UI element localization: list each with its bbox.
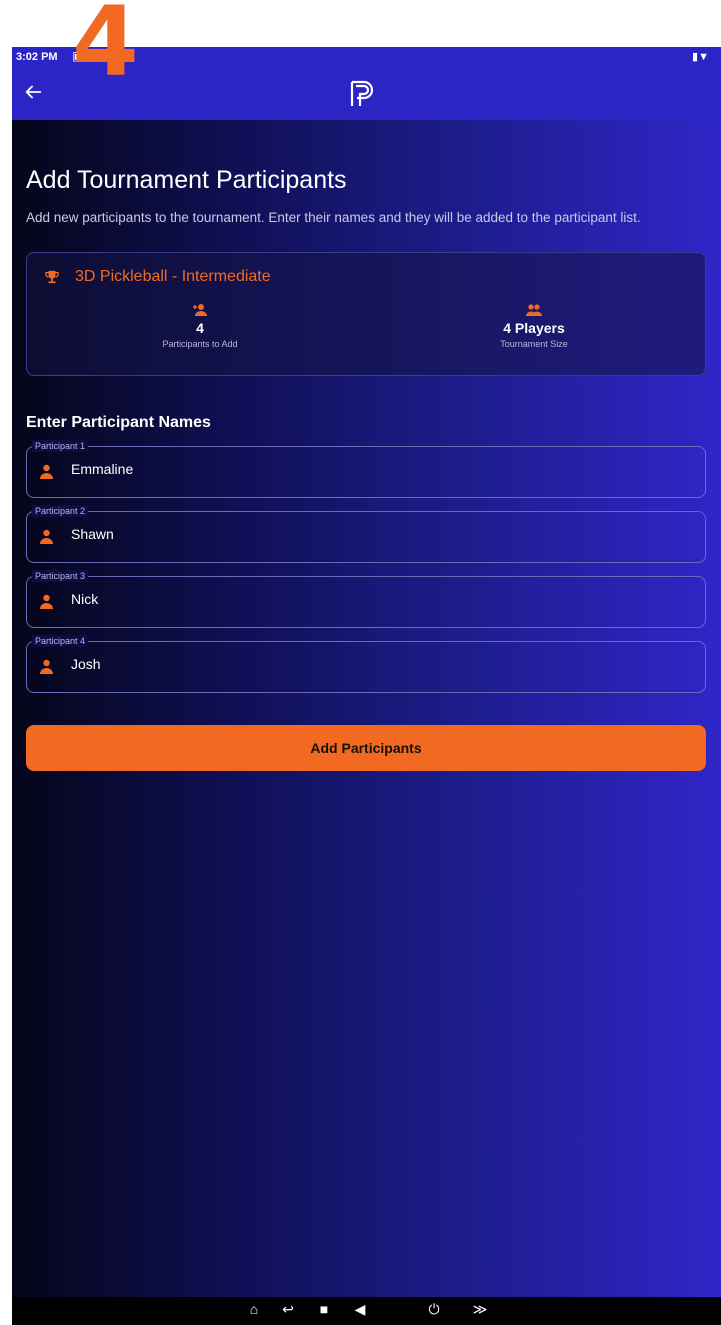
main-content: Add Tournament Participants Add new part… xyxy=(26,120,706,771)
power-icon[interactable]: ⏻ xyxy=(422,1301,446,1321)
stat-tournament-size: 4 Players Tournament Size xyxy=(419,303,649,349)
battery-wifi-icons: ▮▼ xyxy=(692,51,709,63)
participant-3-field[interactable]: Participant 3 xyxy=(26,570,706,628)
field-label: Participant 1 xyxy=(32,440,89,452)
status-time: 3:02 PM xyxy=(16,51,58,63)
person-icon xyxy=(40,464,53,479)
person-add-icon xyxy=(193,304,207,316)
participant-4-input[interactable] xyxy=(71,656,671,672)
back-nav-icon[interactable]: ↩ xyxy=(276,1301,300,1321)
step-number-overlay: 4 xyxy=(72,0,139,98)
app-logo xyxy=(350,80,374,106)
group-icon xyxy=(526,304,542,316)
participant-3-input[interactable] xyxy=(71,591,671,607)
volume-icon[interactable]: ◀ xyxy=(348,1301,372,1321)
participant-2-input[interactable] xyxy=(71,526,671,542)
participant-2-field[interactable]: Participant 2 xyxy=(26,505,706,563)
tournament-summary-card: 3D Pickleball - Intermediate 4 Participa… xyxy=(26,252,706,376)
expand-chevron-icon[interactable]: ≫ xyxy=(468,1301,492,1321)
field-label: Participant 2 xyxy=(32,505,89,517)
participant-1-input[interactable] xyxy=(71,461,671,477)
participant-4-field[interactable]: Participant 4 xyxy=(26,635,706,693)
field-label: Participant 4 xyxy=(32,635,89,647)
person-icon xyxy=(40,659,53,674)
recents-icon[interactable]: ■ xyxy=(312,1301,336,1321)
person-icon xyxy=(40,594,53,609)
stat-participants-to-add: 4 Participants to Add xyxy=(85,303,315,349)
arrow-left-icon[interactable] xyxy=(22,81,44,103)
stat-value: 4 Players xyxy=(503,320,565,336)
stat-label: Participants to Add xyxy=(162,339,238,349)
person-icon xyxy=(40,529,53,544)
trophy-icon xyxy=(45,270,59,284)
add-participants-button[interactable]: Add Participants xyxy=(26,725,706,771)
participant-1-field[interactable]: Participant 1 xyxy=(26,440,706,498)
system-nav-bar: ⌂ ↩ ■ ◀ ⏻ ≫ xyxy=(12,1297,721,1325)
section-title: Enter Participant Names xyxy=(26,414,211,431)
tournament-name: 3D Pickleball - Intermediate xyxy=(75,268,271,285)
stat-value: 4 xyxy=(196,320,204,336)
page-description: Add new participants to the tournament. … xyxy=(26,210,641,225)
device-screen: 3:02 PM ▣ ⊕ ▮▼ Add Tournament Participan… xyxy=(12,47,721,1325)
field-label: Participant 3 xyxy=(32,570,89,582)
page-title: Add Tournament Participants xyxy=(26,166,347,194)
stat-label: Tournament Size xyxy=(500,339,568,349)
home-icon[interactable]: ⌂ xyxy=(242,1301,266,1321)
